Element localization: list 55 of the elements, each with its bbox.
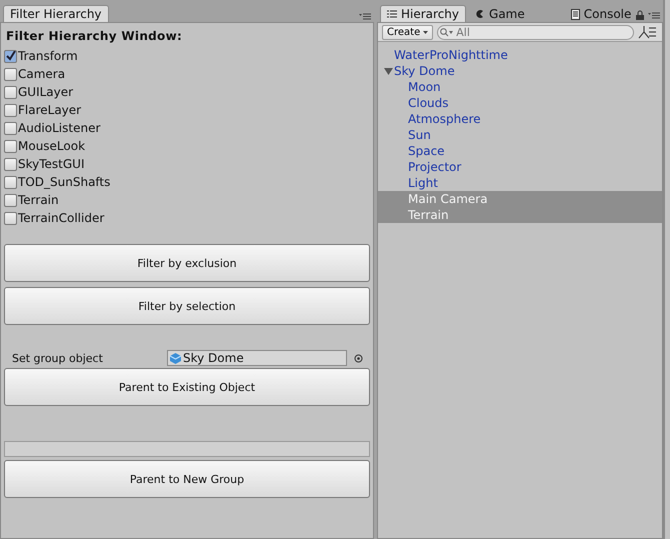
caret-icon — [423, 30, 428, 34]
menu-icon[interactable] — [359, 12, 371, 20]
tree-item[interactable]: Projector — [378, 159, 662, 175]
tree-item[interactable]: Atmosphere — [378, 111, 662, 127]
checkbox-label: Terrain — [18, 193, 59, 207]
object-field[interactable]: Sky Dome — [167, 350, 347, 366]
checkbox-label: Transform — [18, 49, 78, 63]
checkbox[interactable] — [4, 176, 17, 188]
tree-item[interactable]: Terrain — [378, 207, 662, 223]
create-dropdown[interactable]: Create — [382, 24, 434, 40]
tree-item[interactable]: Moon — [378, 79, 662, 95]
checkbox-label: Camera — [18, 67, 66, 81]
menu-icon[interactable] — [648, 11, 660, 19]
tree-item[interactable]: WaterProNighttime — [378, 47, 662, 63]
checkbox[interactable] — [4, 158, 17, 170]
checkbox-label: TerrainCollider — [18, 211, 104, 225]
checkbox[interactable] — [4, 68, 17, 80]
checkbox[interactable] — [4, 104, 17, 116]
panel-tab[interactable]: Game — [468, 5, 532, 22]
filter-button[interactable]: Filter by selection — [4, 287, 370, 325]
parent-new-group-button[interactable]: Parent to New Group — [4, 460, 370, 498]
checkbox-label: AudioListener — [18, 121, 100, 135]
checkbox-label: MouseLook — [18, 139, 86, 153]
search-field[interactable]: All — [437, 24, 634, 40]
expanded-triangle-icon[interactable] — [384, 66, 392, 76]
checkbox[interactable] — [4, 50, 17, 62]
list-icon — [387, 10, 397, 18]
checkbox-label: TOD_SunShafts — [18, 175, 110, 189]
filter-button[interactable]: Filter by exclusion — [4, 244, 370, 282]
checkbox-label: FlareLayer — [18, 103, 82, 117]
field-label: Set group object — [11, 352, 104, 364]
tree-item[interactable]: Main Camera — [378, 191, 662, 207]
checkbox[interactable] — [4, 140, 17, 152]
lock-icon[interactable] — [636, 10, 644, 20]
tree-item[interactable]: Light — [378, 175, 662, 191]
document-icon — [570, 8, 580, 20]
checkbox-label: SkyTestGUI — [18, 157, 84, 171]
parent-existing-button[interactable]: Parent to Existing Object — [4, 368, 370, 406]
tree-item[interactable]: Sun — [378, 127, 662, 143]
cube-icon — [170, 352, 181, 364]
checkbox[interactable] — [4, 86, 17, 98]
checkbox[interactable] — [4, 122, 17, 134]
tree-item[interactable]: Space — [378, 143, 662, 159]
tree-item[interactable]: Sky Dome — [378, 63, 662, 79]
checkbox[interactable] — [4, 194, 17, 206]
checkbox[interactable] — [4, 212, 17, 224]
checkbox-label: GUILayer — [18, 85, 74, 99]
panel-tab[interactable]: Console — [564, 5, 638, 22]
panel-heading: Filter Hierarchy Window: — [6, 29, 184, 43]
hierarchy-filter-icon[interactable] — [638, 25, 658, 39]
pacman-icon — [475, 9, 486, 19]
panel-tab[interactable]: Hierarchy — [380, 5, 466, 22]
target-icon[interactable] — [354, 354, 363, 362]
tree-item[interactable]: Clouds — [378, 95, 662, 111]
panel-tab[interactable]: Filter Hierarchy — [3, 5, 109, 22]
